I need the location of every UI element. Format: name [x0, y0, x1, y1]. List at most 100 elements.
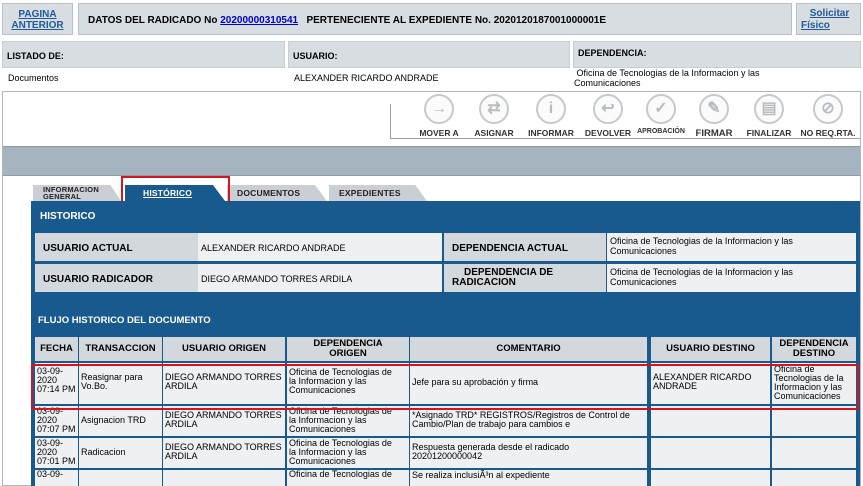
gray-separator-band	[3, 146, 860, 176]
dependencia-value-line2: Comunicaciones	[574, 78, 641, 88]
dependencia-actual-line1: Oficina de Tecnologias de la Informacion…	[610, 236, 793, 246]
first-row-highlight	[31, 364, 859, 410]
dep-radicacion-value-line1: Oficina de Tecnologias de la Informacion…	[610, 267, 793, 277]
pagina-anterior-line1: PAGINA	[18, 9, 57, 20]
firmar-label: FIRMAR	[695, 128, 733, 139]
row2-fecha-l3: 07:07 PM	[37, 424, 76, 434]
signature-icon: ✎	[699, 94, 729, 124]
assign-docs-icon: ⇄	[479, 94, 509, 124]
row2-usuario-origen: DIEGO ARMANDO TORRES ARDILA	[163, 406, 285, 436]
row3-dependencia-destino	[772, 438, 856, 468]
row4-usuario-destino	[651, 470, 770, 486]
usuario-radicador-label: USUARIO RADICADOR	[35, 264, 198, 292]
pagina-anterior-box: PAGINA ANTERIOR	[2, 3, 73, 35]
solicitar-line1: Solicitar	[809, 8, 850, 19]
no-reply-icon: ⊘	[813, 94, 843, 124]
asignar-label: ASIGNAR	[474, 128, 514, 138]
no-req-rta-button[interactable]: ⊘ NO REQ.RTA.	[799, 94, 857, 140]
row2-fecha: 03-09- 2020 07:07 PM	[35, 406, 78, 436]
row4-comentario: Se realiza inclusiÃ³n al expediente	[410, 470, 647, 486]
usuario-label-cell: USUARIO:	[288, 41, 570, 68]
row3-com-l2: 20201200000042	[412, 451, 483, 461]
col-dependencia-origen: DEPENDENCIA ORIGEN	[287, 337, 409, 361]
historico-details: USUARIO ACTUAL ALEXANDER RICARDO ANDRADE…	[31, 230, 860, 306]
usuario-actual-label: USUARIO ACTUAL	[35, 233, 198, 261]
flujo-historico-header: FLUJO HISTORICO DEL DOCUMENTO	[31, 305, 860, 333]
row3-fecha: 03-09- 2020 07:01 PM	[35, 438, 78, 468]
info-icon: i	[536, 94, 566, 124]
aprobacion-button[interactable]: ✓ APROBACIÓN	[632, 94, 690, 140]
mover-a-button[interactable]: → MOVER A	[410, 94, 468, 140]
pagina-anterior-link[interactable]: PAGINA ANTERIOR	[3, 9, 72, 31]
row2-dependencia-destino	[772, 406, 856, 436]
listado-label: LISTADO DE:	[7, 51, 64, 61]
solicitar-line2: Físico	[801, 20, 830, 31]
usuario-label: USUARIO:	[293, 51, 338, 61]
dependencia-actual-label: DEPENDENCIA ACTUAL	[444, 233, 606, 261]
finalizar-button[interactable]: ▤ FINALIZAR	[740, 94, 798, 140]
historico-header: HISTORICO	[31, 201, 860, 230]
listado-value: Documentos	[8, 73, 59, 83]
asignar-button[interactable]: ⇄ ASIGNAR	[465, 94, 523, 140]
solicitar-fisico-link[interactable]: Solicitar Físico	[799, 8, 860, 32]
pagina-anterior-line2: ANTERIOR	[11, 20, 64, 31]
col-comentario: COMENTARIO	[410, 337, 647, 361]
row3-do-l3: Comunicaciones	[289, 456, 356, 466]
firmar-button[interactable]: ✎ FIRMAR	[685, 94, 743, 140]
tab-expedientes[interactable]: EXPEDIENTES	[329, 185, 427, 201]
usuario-actual-value: ALEXANDER RICARDO ANDRADE	[198, 233, 442, 261]
radicado-info-bar: DATOS DEL RADICADO No 20200000310541 PER…	[78, 3, 792, 35]
tab-informacion-general[interactable]: INFORMACION GENERAL	[33, 185, 121, 201]
informar-button[interactable]: i INFORMAR	[522, 94, 580, 140]
row3-transaccion: Radicacion	[79, 438, 162, 468]
col-usuario-destino: USUARIO DESTINO	[651, 337, 770, 361]
main-panel: → MOVER A ⇄ ASIGNAR i INFORMAR ↩ DEVOLVE…	[2, 91, 861, 486]
usuario-value: ALEXANDER RICARDO ANDRADE	[294, 73, 439, 83]
row3-dependencia-origen: Oficina de Tecnologias de la Informacion…	[287, 438, 409, 468]
dependencia-label: DEPENDENCIA:	[578, 48, 647, 58]
devolver-label: DEVOLVER	[584, 128, 632, 138]
usuario-radicador-value: DIEGO ARMANDO TORRES ARDILA	[198, 264, 442, 292]
dependencia-value-line1: Oficina de Tecnologias de la Informacion…	[576, 68, 760, 78]
row3-usuario-destino	[651, 438, 770, 468]
dep-radicacion-value-line2: Comunicaciones	[610, 277, 677, 287]
dependencia-label-cell: DEPENDENCIA:	[573, 41, 861, 68]
row3-uo-l2: ARDILA	[165, 451, 198, 461]
radicado-number-link[interactable]: 20200000310541	[220, 15, 298, 26]
row4-transaccion	[79, 470, 162, 486]
dependencia-radicacion-value: Oficina de Tecnologias de la Informacion…	[607, 264, 856, 292]
tab-documentos[interactable]: DOCUMENTOS	[227, 185, 327, 201]
col-dep-destino-line2: DESTINO	[792, 348, 836, 359]
tab-informacion-line2: GENERAL	[43, 192, 82, 201]
row2-dependencia-origen: Oficina de Tecnologias de la Informacion…	[287, 406, 409, 436]
row2-com-l2: Cambio/Plan de trabajo para cambios e	[412, 419, 571, 429]
arrow-right-icon: →	[424, 94, 454, 124]
dependencia-actual-line2: Comunicaciones	[610, 246, 677, 256]
dep-radicacion-label-line2: RADICACION	[452, 277, 516, 288]
row4-dependencia-origen: Oficina de Tecnologias de	[287, 470, 409, 486]
finalizar-label: FINALIZAR	[746, 128, 792, 138]
informar-label: INFORMAR	[528, 128, 574, 138]
return-arrow-icon: ↩	[593, 94, 623, 124]
col-dependencia-destino: DEPENDENCIA DESTINO	[772, 337, 856, 361]
expediente-text: PERTENECIENTE AL EXPEDIENTE No. 20201201…	[306, 15, 607, 26]
row3-fecha-l3: 07:01 PM	[37, 456, 76, 466]
dependencia-radicacion-label: DEPENDENCIA DE RADICACION	[444, 264, 606, 292]
dependencia-value: Oficina de Tecnologias de la Informacion…	[574, 68, 759, 88]
finish-doc-icon: ▤	[754, 94, 784, 124]
row4-fecha: 03-09-	[35, 470, 78, 486]
aprobacion-label: APROBACIÓN	[637, 128, 685, 135]
row4-dependencia-destino	[772, 470, 856, 486]
top-header: PAGINA ANTERIOR DATOS DEL RADICADO No 20…	[0, 0, 863, 40]
solicitar-fisico-box: Solicitar Físico	[796, 3, 861, 35]
listado-label-cell: LISTADO DE:	[2, 41, 285, 68]
row2-usuario-destino	[651, 406, 770, 436]
col-transaccion: TRANSACCION	[79, 337, 162, 361]
radicado-label: DATOS DEL RADICADO No	[88, 15, 218, 26]
toolbar-divider-vertical	[390, 104, 391, 139]
mover-a-label: MOVER A	[419, 128, 459, 138]
devolver-button[interactable]: ↩ DEVOLVER	[579, 94, 637, 140]
checkmark-icon: ✓	[646, 94, 676, 124]
row3-comentario: Respuesta generada desde el radicado 202…	[410, 438, 647, 468]
row2-do-l3: Comunicaciones	[289, 424, 356, 434]
